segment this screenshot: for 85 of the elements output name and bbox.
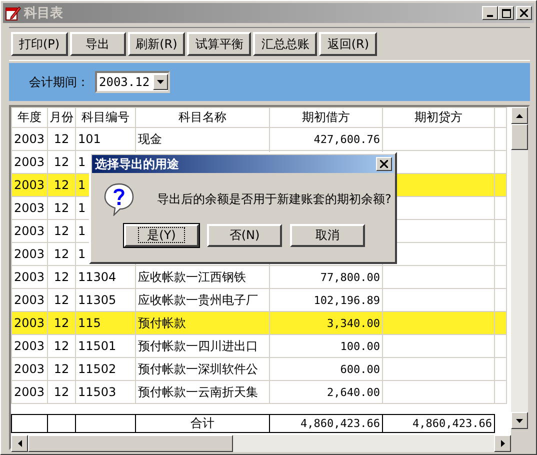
table-cell: 11503 — [76, 380, 136, 404]
maximize-button[interactable] — [498, 6, 514, 20]
toolbar-button[interactable]: 导出 — [70, 32, 126, 56]
table-cell: 12 — [48, 242, 76, 266]
table-cell: 预付帐款一深圳软件公 — [138, 362, 258, 376]
close-button[interactable] — [376, 157, 392, 171]
scrollbar-thumb[interactable] — [511, 124, 528, 150]
window-title: 科目表 — [24, 5, 63, 22]
table-cell: 2003 — [12, 312, 48, 334]
question-bubble-icon — [103, 182, 135, 216]
period-dropdown[interactable]: 2003.12 — [95, 71, 170, 93]
table-cell: 2003 — [12, 196, 48, 220]
table-cell: 2,640.00 — [327, 386, 380, 398]
table-cell: 2003 — [12, 380, 48, 404]
dialog-button[interactable]: 是(Y) — [124, 224, 199, 247]
total-cell: 4,860,423.66 — [382, 414, 494, 432]
table-cell: 预付帐款 — [138, 316, 186, 330]
table-cell: 2003 — [12, 220, 48, 242]
close-button[interactable] — [516, 6, 532, 20]
horizontal-scrollbar[interactable] — [11, 435, 511, 452]
table-cell: 12 — [48, 358, 76, 380]
table-cell: 11502 — [76, 358, 136, 380]
table-cell: 12 — [48, 174, 76, 196]
table-cell: 2003 — [12, 334, 48, 358]
table-cell: 应收帐款一江西钢铁 — [138, 270, 246, 284]
table-row[interactable]: 2003 12 11501 预付帐款一四川进出口 100.00 — [12, 334, 506, 358]
column-header[interactable]: 期初贷方 — [382, 108, 494, 128]
table-cell: 12 — [48, 220, 76, 242]
table-row[interactable]: 2003 12 11304 应收帐款一江西钢铁 77,800.00 — [12, 266, 506, 288]
table-cell: 101 — [76, 128, 136, 150]
table-cell: 100.00 — [340, 340, 380, 352]
close-icon — [520, 9, 528, 17]
table-cell: 12 — [48, 334, 76, 358]
table-cell: 2003 — [12, 266, 48, 288]
toolbar-button[interactable]: 汇总总账 — [253, 32, 318, 56]
up-arrow-icon — [516, 114, 523, 118]
column-header[interactable]: 科目名称 — [136, 108, 270, 128]
column-header[interactable]: 年度 — [12, 108, 48, 128]
toolbar-button[interactable]: 刷新(R) — [128, 32, 186, 56]
column-header[interactable]: 科目编号 — [76, 108, 136, 128]
table-cell: 应收帐款一贵州电子厂 — [138, 292, 258, 306]
table-cell: 11304 — [76, 266, 136, 288]
table-cell: 77,800.00 — [320, 270, 380, 284]
table-row[interactable]: 2003 12 101 现金 427,600.76 — [12, 128, 506, 150]
table-cell: 12 — [48, 312, 76, 334]
maximize-icon — [502, 8, 510, 18]
scrollbar-thumb[interactable] — [28, 435, 233, 452]
table-cell: 12 — [48, 128, 76, 150]
total-cell: 4,860,423.66 — [270, 414, 382, 432]
table-cell: 102,196.89 — [314, 294, 380, 306]
table-cell: 3,340.00 — [327, 316, 380, 330]
dialog-button[interactable]: 取消 — [290, 224, 365, 247]
table-cell: 现金 — [138, 132, 162, 146]
right-arrow-icon — [500, 440, 504, 447]
table-cell: 12 — [48, 380, 76, 404]
dialog-button[interactable]: 否(N) — [207, 224, 282, 247]
table-row[interactable]: 2003 12 11503 预付帐款一云南折天集 2,640.00 — [12, 380, 506, 404]
table-cell: 2003 — [12, 128, 48, 150]
toolbar-button[interactable]: 试算平衡 — [187, 32, 252, 56]
table-cell: 11501 — [76, 334, 136, 358]
table-cell: 2003 — [12, 174, 48, 196]
notepad-pencil-icon — [5, 5, 21, 21]
down-arrow-icon — [516, 418, 523, 422]
period-label: 会计期间： — [29, 74, 89, 90]
column-header[interactable]: 月份 — [48, 108, 76, 128]
table-cell: 2003 — [12, 358, 48, 380]
table-cell: 2003 — [12, 242, 48, 266]
column-header[interactable]: 期初借方 — [270, 108, 382, 128]
table-cell: 预付帐款一四川进出口 — [138, 338, 258, 352]
left-arrow-icon — [18, 440, 22, 447]
table-row[interactable]: 2003 12 11502 预付帐款一深圳软件公 600.00 — [12, 358, 506, 380]
toolbar-button[interactable]: 打印(P) — [11, 32, 68, 56]
total-label: 合计 — [136, 414, 270, 432]
table-cell: 115 — [76, 312, 136, 334]
vertical-scrollbar[interactable] — [511, 107, 528, 448]
close-icon — [380, 160, 388, 168]
table-row[interactable]: 2003 12 115 预付帐款 3,340.00 — [12, 312, 506, 334]
table-cell: 427,600.76 — [314, 132, 380, 146]
minimize-button[interactable] — [482, 6, 498, 20]
table-cell: 12 — [48, 266, 76, 288]
toolbar-button[interactable]: 返回(R) — [319, 32, 378, 56]
table-cell: 预付帐款一云南折天集 — [138, 384, 258, 398]
dropdown-arrow-icon — [156, 80, 164, 84]
table-cell: 12 — [48, 196, 76, 220]
table-cell: 600.00 — [340, 362, 380, 376]
